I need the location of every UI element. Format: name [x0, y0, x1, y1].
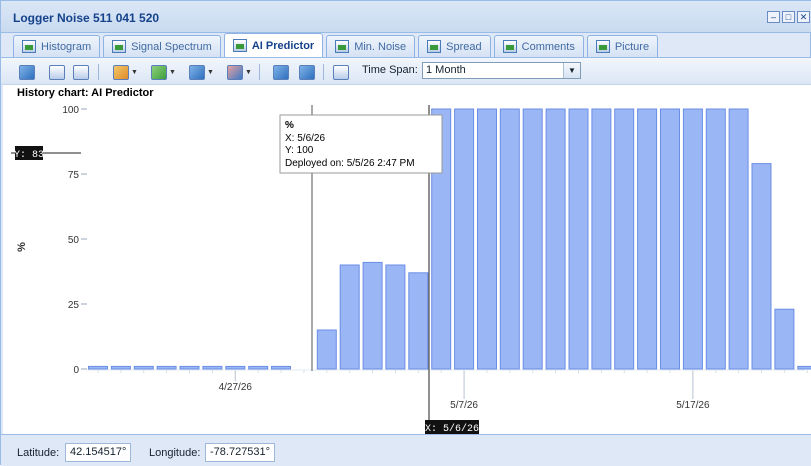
chart-bar[interactable] — [409, 273, 428, 369]
chart-bar[interactable] — [340, 265, 359, 369]
chart-bar[interactable] — [249, 366, 268, 369]
chart-bar[interactable] — [706, 109, 725, 369]
chart-bar[interactable] — [775, 309, 794, 369]
chart-bar[interactable] — [157, 366, 176, 369]
chart-bar[interactable] — [386, 265, 405, 369]
chart-bar[interactable] — [798, 366, 811, 369]
chart-bar[interactable] — [272, 366, 291, 369]
chart-bar[interactable] — [478, 109, 497, 369]
chart-bar[interactable] — [615, 109, 634, 369]
y-tick-label: 25 — [68, 300, 80, 311]
tooltip-deployed: Deployed on: 5/5/26 2:47 PM — [285, 158, 415, 169]
longitude-label: Longitude: — [149, 447, 200, 459]
chart-bar[interactable] — [729, 109, 748, 369]
tooltip-title: % — [285, 120, 294, 131]
chart-bar[interactable] — [226, 366, 245, 369]
x-tick-label: 5/7/26 — [450, 400, 478, 411]
chart-bar[interactable] — [592, 109, 611, 369]
chart-bar[interactable] — [363, 262, 382, 369]
chart-bar[interactable] — [180, 366, 199, 369]
y-tick-label: 50 — [68, 235, 80, 246]
chart-bar[interactable] — [752, 164, 771, 369]
y-tick-label: 100 — [62, 105, 79, 116]
latitude-label: Latitude: — [17, 447, 59, 459]
crosshair-x-label: X: 5/6/26 — [425, 423, 479, 434]
chart-bar[interactable] — [523, 109, 542, 369]
chart-bar[interactable] — [134, 366, 153, 369]
logger-window: Logger Noise 511 041 520 – □ ✕ Histogram… — [0, 0, 811, 465]
chart-bar[interactable] — [661, 109, 680, 369]
y-tick-label: 75 — [68, 170, 80, 181]
chart-bar[interactable] — [683, 109, 702, 369]
latitude-field: 42.154517° — [65, 443, 131, 462]
chart-bar[interactable] — [546, 109, 565, 369]
chart-bar[interactable] — [569, 109, 588, 369]
chart-bar[interactable] — [455, 109, 474, 369]
history-chart[interactable]: 0 25 50 75 100% 4/27/26 5/7/26 5/17/26 Y: 83 X: … — [1, 1, 811, 434]
crosshair-y-label: Y: 83 — [14, 150, 44, 161]
tooltip-y: Y: 100 — [285, 145, 314, 156]
status-bar: Latitude: 42.154517° Longitude: -78.7275… — [1, 434, 811, 466]
y-axis-label: % — [16, 242, 28, 252]
chart-bar[interactable] — [638, 109, 657, 369]
chart-bar[interactable] — [317, 330, 336, 369]
chart-bar[interactable] — [500, 109, 519, 369]
chart-bar[interactable] — [203, 366, 222, 369]
chart-bar[interactable] — [89, 366, 108, 369]
tooltip-x: X: 5/6/26 — [285, 133, 325, 144]
longitude-field: -78.727531° — [205, 443, 275, 462]
x-tick-label: 4/27/26 — [219, 382, 253, 393]
chart-bar[interactable] — [111, 366, 130, 369]
x-tick-label: 5/17/26 — [676, 400, 710, 411]
y-tick-label: 0 — [73, 365, 79, 376]
